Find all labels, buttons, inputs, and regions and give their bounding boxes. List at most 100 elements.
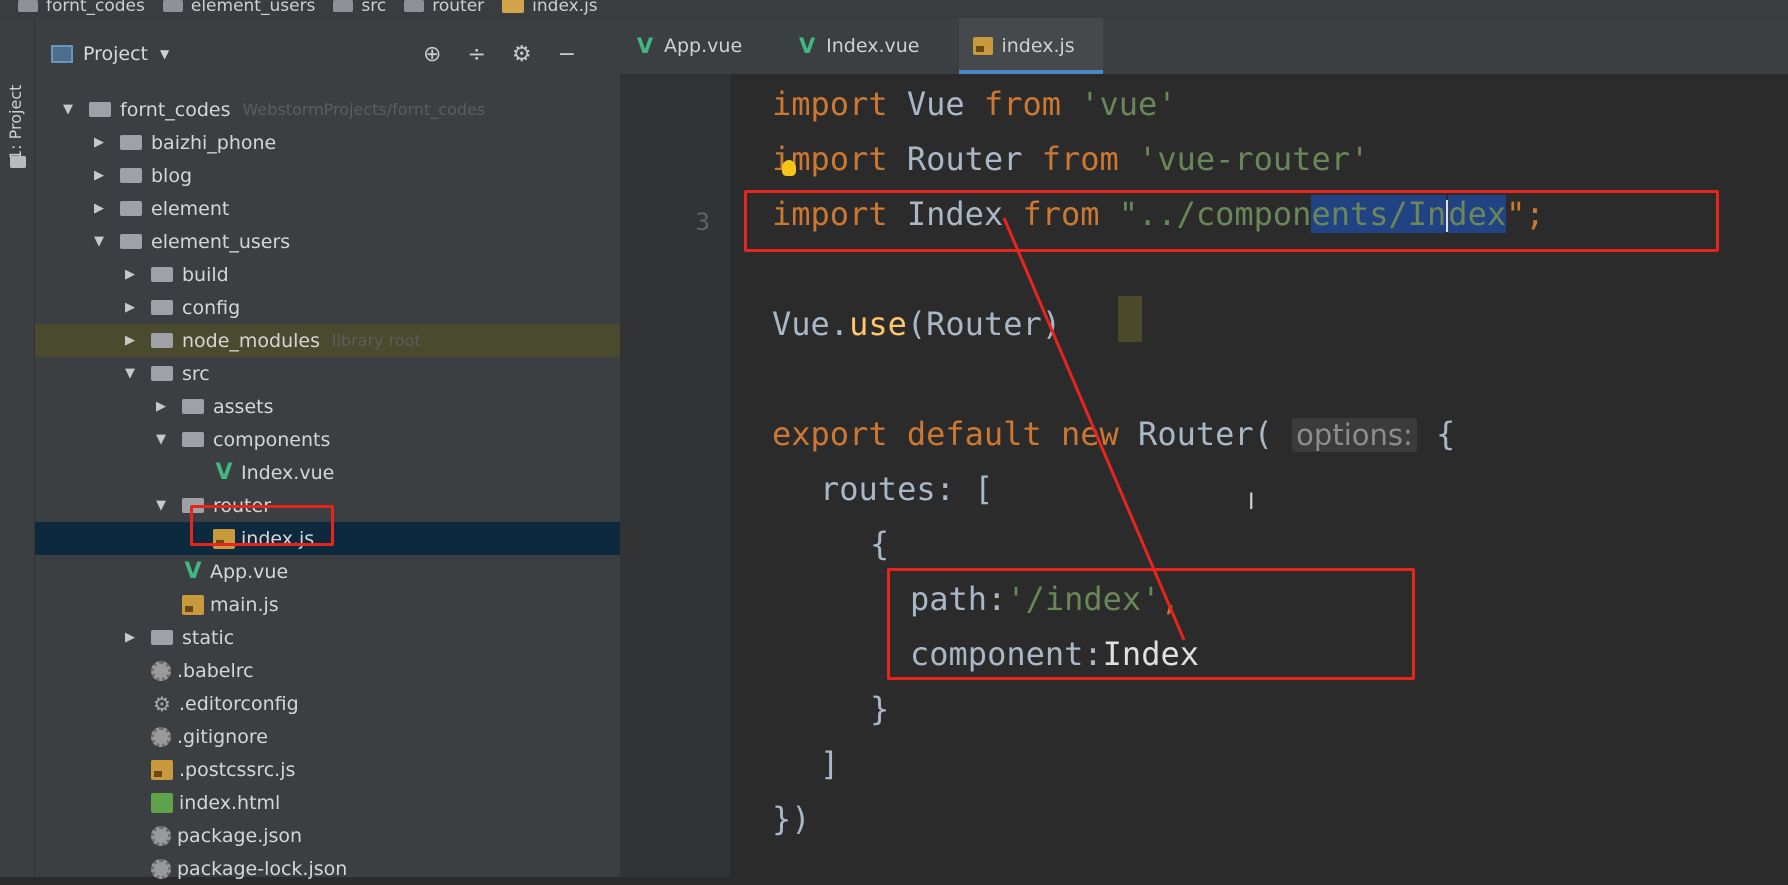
folder-icon: [151, 366, 173, 381]
code-line-14: }): [772, 800, 811, 838]
chevron-right-icon[interactable]: ▶: [123, 333, 137, 348]
tree-row-label: build: [182, 263, 229, 286]
locate-icon[interactable]: ⊕: [423, 42, 441, 67]
tree-row-label: element_users: [151, 230, 291, 253]
tree-row[interactable]: ▶VIndex.vue: [35, 456, 620, 489]
minimize-icon[interactable]: −: [558, 42, 576, 67]
lightbulb-icon[interactable]: [782, 160, 796, 176]
folder-icon: [151, 300, 173, 315]
collapse-all-icon[interactable]: ÷: [467, 42, 485, 67]
breadcrumb-item[interactable]: router: [404, 0, 484, 15]
tree-row-label: .babelrc: [177, 659, 254, 682]
chevron-down-icon[interactable]: ▼: [154, 498, 168, 513]
tree-row[interactable]: ▶ build: [35, 258, 620, 291]
tree-row[interactable]: ▶ assets: [35, 390, 620, 423]
tree-row[interactable]: ▶index.html: [35, 786, 620, 819]
chevron-right-icon[interactable]: ▶: [92, 135, 106, 150]
panel-title[interactable]: Project: [83, 43, 148, 65]
tree-row[interactable]: ▶ blog: [35, 159, 620, 192]
config-file-icon: [151, 825, 171, 846]
code-line-2: import Router from 'vue-router': [772, 140, 1370, 178]
tree-row[interactable]: ▶ node_modules library root: [35, 324, 620, 357]
editor-gutter: 3: [620, 74, 730, 877]
code-line-7: export default new Router( options: {: [772, 415, 1456, 453]
tree-row[interactable]: ▼ components: [35, 423, 620, 456]
tree-row[interactable]: ▼ src: [35, 357, 620, 390]
tree-row-label: assets: [213, 395, 274, 418]
tab-index-js[interactable]: index.js: [959, 18, 1103, 74]
tree-row[interactable]: ▶ element: [35, 192, 620, 225]
tree-row-label: index.html: [179, 791, 281, 814]
code-line-1: import Vue from 'vue': [772, 85, 1177, 123]
chevron-down-icon[interactable]: ▼: [154, 432, 168, 447]
chevron-right-icon[interactable]: ▶: [123, 267, 137, 282]
tree-row-label: components: [213, 428, 331, 451]
tree-row-label: src: [182, 362, 210, 385]
config-file-icon: [151, 858, 171, 879]
folder-icon: [182, 432, 204, 447]
tree-row[interactable]: ▶⚙.editorconfig: [35, 687, 620, 720]
chevron-right-icon[interactable]: ▶: [123, 630, 137, 645]
code-line-11: component:Index: [910, 635, 1199, 673]
brace-highlight: [1118, 296, 1142, 342]
tree-row-label: index.js: [241, 527, 315, 550]
chevron-right-icon[interactable]: ▶: [92, 201, 106, 216]
breadcrumb-item[interactable]: element_users: [162, 0, 315, 15]
chevron-right-icon[interactable]: ▶: [154, 399, 168, 414]
tree-row[interactable]: ▶ config: [35, 291, 620, 324]
tree-row[interactable]: ▶ static: [35, 621, 620, 654]
tree-row[interactable]: ▶.postcssrc.js: [35, 753, 620, 786]
tree-row[interactable]: ▶package.json: [35, 819, 620, 852]
tree-row[interactable]: ▶VApp.vue: [35, 555, 620, 588]
tree-row[interactable]: ▼ element_users: [35, 225, 620, 258]
folder-icon: [120, 234, 142, 249]
breadcrumb-item[interactable]: index.js: [502, 0, 598, 15]
tree-row-label: router: [213, 494, 272, 517]
folder-icon: [120, 135, 142, 150]
gear-icon[interactable]: ⚙: [512, 42, 532, 67]
chevron-right-icon[interactable]: ▶: [92, 168, 106, 183]
tree-row-label: node_modules: [182, 329, 321, 352]
folder-icon: [182, 399, 204, 414]
project-tree: ▼ fornt_codes WebstormProjects/fornt_codes…: [35, 93, 620, 885]
tree-row[interactable]: ▼ router: [35, 489, 620, 522]
tab-app-vue[interactable]: V App.vue: [620, 18, 770, 74]
tree-row[interactable]: ▶ baizhi_phone: [35, 126, 620, 159]
breadcrumb-item[interactable]: src: [333, 0, 386, 15]
breadcrumb: fornt_codes element_users src router ind…: [0, 0, 1788, 18]
vue-file-icon: V: [184, 559, 202, 584]
folder-icon: [404, 0, 425, 12]
tab-index-vue[interactable]: V Index.vue: [782, 18, 947, 74]
vue-file-icon: V: [799, 34, 816, 58]
chevron-down-icon[interactable]: ▼: [160, 47, 169, 61]
folder-icon: [151, 630, 173, 645]
tree-row-hint: library root: [332, 331, 421, 350]
code-editor[interactable]: import Vue from 'vue' import Router from…: [730, 74, 1788, 877]
project-panel-header: Project ▼ ⊕ ÷ ⚙ −: [35, 36, 620, 72]
js-file-icon: [151, 759, 173, 780]
tree-row[interactable]: ▼ fornt_codes WebstormProjects/fornt_codes: [35, 93, 620, 126]
text-cursor-icon: I: [1248, 490, 1255, 515]
chevron-down-icon[interactable]: ▼: [61, 102, 75, 117]
code-line-3: import Index from "../components/Index";: [772, 195, 1545, 233]
js-file-icon: [502, 0, 525, 13]
tree-row[interactable]: ▶main.js: [35, 588, 620, 621]
vue-file-icon: V: [215, 460, 233, 485]
tree-row-label: fornt_codes: [120, 98, 231, 121]
code-line-13: ]: [820, 745, 840, 783]
tree-row-label: App.vue: [210, 560, 289, 583]
chevron-down-icon[interactable]: ▼: [92, 234, 106, 249]
tree-row[interactable]: ▶index.js: [35, 522, 620, 555]
folder-icon: [120, 201, 142, 216]
html-file-icon: [151, 792, 173, 813]
tree-row-label: package.json: [177, 824, 303, 847]
chevron-down-icon[interactable]: ▼: [123, 366, 137, 381]
chevron-right-icon[interactable]: ▶: [123, 300, 137, 315]
breadcrumb-item[interactable]: fornt_codes: [18, 0, 145, 15]
tree-row[interactable]: ▶.babelrc: [35, 654, 620, 687]
tree-row-label: .editorconfig: [179, 692, 299, 715]
tree-row[interactable]: ▶package-lock.json: [35, 852, 620, 885]
tree-row[interactable]: ▶.gitignore: [35, 720, 620, 753]
code-line-9: {: [870, 525, 890, 563]
project-tool-button[interactable]: 1: Project: [6, 85, 25, 160]
